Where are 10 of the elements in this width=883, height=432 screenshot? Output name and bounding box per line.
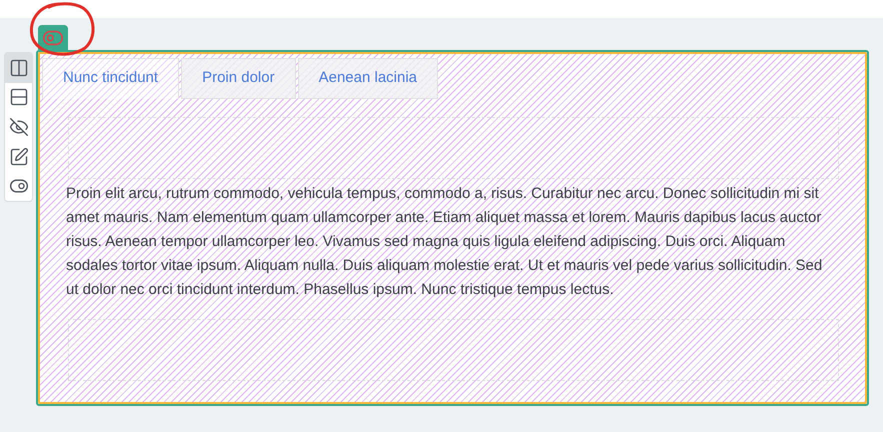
rows-icon: [8, 87, 28, 108]
columns-icon: [8, 58, 28, 78]
tab[interactable]: Aenean lacinia: [298, 58, 438, 99]
paragraph: Proin elit arcu, rutrum commodo, vehicula tempus, commodo a, risus. Curabitur nec arcu. Donec sollicitudin mi sit amet mauris. Nam elementum quam ullamcorper ante. Etiam aliquet massa et lorem. Mauris dapibus lacus auctor risus. Aenean tempor ullamcorper leo. Vivamus sed magna quis ligula eleifend adipiscing. Duis orci. Aliquam sodales tortor vitae ipsum. Aliquam nulla. Duis aliquam molestie erat. Ut et mauris vel pede varius sollicitudin. Sed ut dolor nec orci tincidunt interdum. Phasellus ipsum. Nunc tristique tempus lectus.: [66, 184, 824, 300]
toolbar-button[interactable]: [5, 53, 32, 83]
pencil-square-icon: [8, 146, 28, 167]
eye-off-icon: [8, 116, 28, 137]
toggle-button[interactable]: [38, 25, 68, 50]
tab[interactable]: Nunc tincidunt: [42, 58, 180, 99]
tab[interactable]: Proin dolor: [181, 58, 296, 99]
